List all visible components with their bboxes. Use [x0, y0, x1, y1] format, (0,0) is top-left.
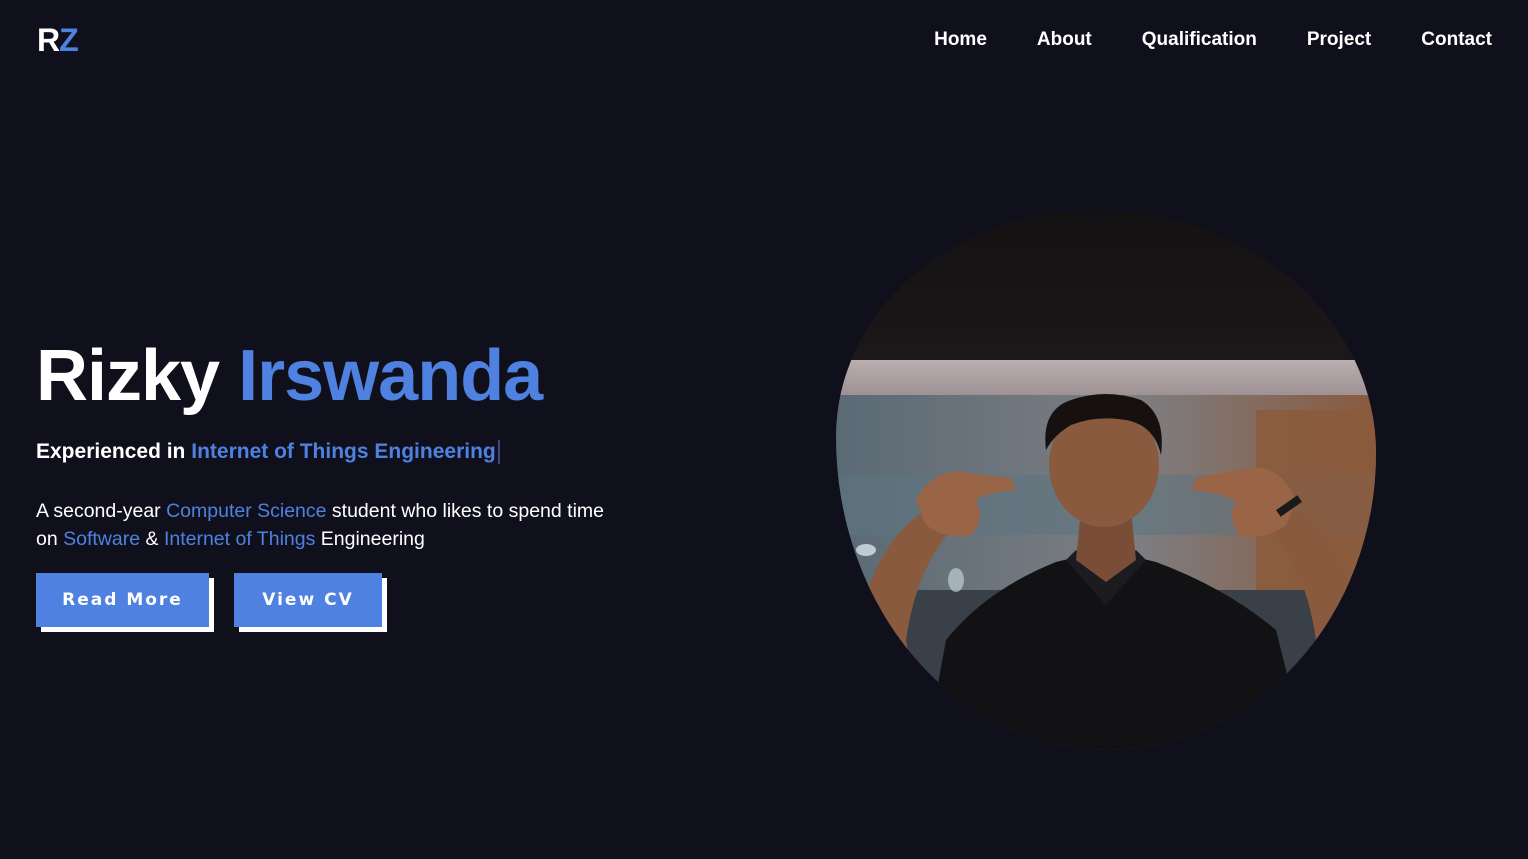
- desc-highlight-iot: Internet of Things: [163, 528, 316, 550]
- logo-letter-r: R: [37, 22, 60, 58]
- nav-home[interactable]: Home: [934, 27, 987, 53]
- last-name: Irswanda: [238, 336, 543, 416]
- profile-photo-illustration: [836, 210, 1376, 750]
- desc-text-4: Engineering: [320, 528, 425, 550]
- first-name: Rizky: [36, 336, 220, 416]
- view-cv-wrap: View CV: [234, 573, 382, 627]
- desc-text-3: &: [145, 528, 159, 550]
- logo-letter-z: Z: [59, 22, 79, 58]
- view-cv-button[interactable]: View CV: [234, 573, 382, 627]
- logo[interactable]: RZ: [37, 22, 79, 58]
- tagline: Experienced in Internet of Things Engine…: [36, 438, 500, 466]
- tagline-highlight: Internet of Things Engineering: [191, 440, 496, 463]
- hero-name: Rizky Irswanda: [36, 333, 543, 419]
- nav-project[interactable]: Project: [1307, 27, 1371, 53]
- desc-text-1: A second-year: [36, 500, 161, 522]
- desc-highlight-cs: Computer Science: [166, 500, 327, 522]
- nav-about[interactable]: About: [1037, 27, 1092, 53]
- page: RZ Home About Qualification Project Cont…: [0, 0, 1528, 859]
- typing-cursor: [497, 440, 500, 465]
- nav-contact[interactable]: Contact: [1421, 27, 1492, 53]
- main-nav: Home About Qualification Project Contact: [934, 27, 1492, 53]
- read-more-wrap: Read More: [36, 573, 209, 627]
- profile-photo-container: [836, 210, 1376, 750]
- nav-qualification[interactable]: Qualification: [1142, 27, 1257, 53]
- desc-highlight-software: Software: [63, 528, 141, 550]
- tagline-prefix: Experienced in: [36, 440, 186, 463]
- read-more-button[interactable]: Read More: [36, 573, 209, 627]
- profile-photo: [836, 210, 1376, 750]
- hero-description: A second-year Computer Science student w…: [36, 497, 626, 553]
